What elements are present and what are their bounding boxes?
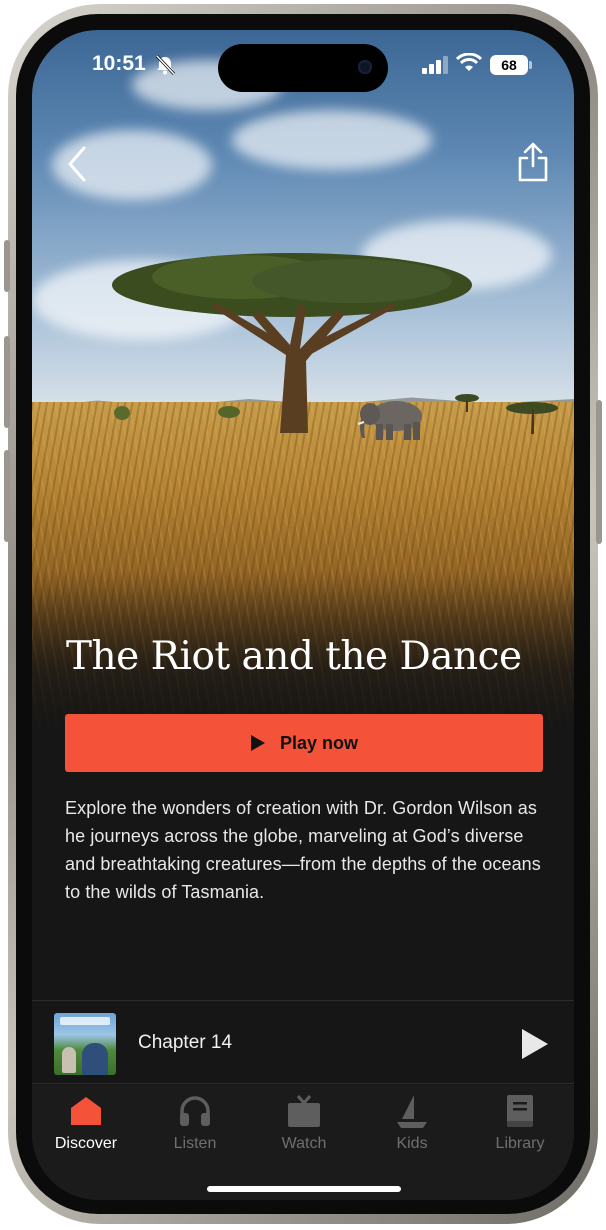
wifi-icon: [456, 53, 482, 71]
back-button[interactable]: [62, 144, 92, 184]
tab-watch[interactable]: Watch: [254, 1091, 354, 1153]
camera-icon: [358, 60, 372, 74]
now-playing-title: Chapter 14: [138, 1032, 233, 1053]
book-icon: [470, 1091, 570, 1131]
share-button[interactable]: [516, 140, 550, 184]
page-title: The Riot and the Dance: [66, 634, 522, 679]
distant-tree: [455, 394, 479, 412]
episode-artwork: [54, 1013, 116, 1075]
mini-player[interactable]: Chapter 14: [32, 1000, 574, 1084]
play-icon: [250, 735, 265, 751]
play-now-label: Play now: [279, 732, 359, 753]
battery-level: 68: [490, 55, 528, 75]
elephant: [357, 401, 422, 440]
tab-label: Listen: [173, 1135, 217, 1152]
tv-icon: [254, 1091, 354, 1131]
mini-player-play-button[interactable]: [520, 1027, 550, 1061]
status-time: 10:51: [92, 52, 146, 75]
sailboat-icon: [362, 1091, 462, 1131]
tab-library[interactable]: Library: [470, 1091, 570, 1153]
house-icon: [36, 1091, 136, 1131]
chevron-left-icon: [68, 146, 86, 182]
tab-kids[interactable]: Kids: [362, 1091, 462, 1153]
bush: [114, 406, 130, 420]
description-text: Explore the wonders of creation with Dr.…: [65, 798, 541, 902]
app-screen: 10:51 68 The Riot and the Dance Play now…: [32, 30, 574, 1200]
cloud: [232, 110, 432, 170]
cellular-signal-icon: [422, 56, 448, 74]
hero-image: [32, 30, 574, 730]
tab-label: Kids: [396, 1135, 428, 1152]
battery-tip: [529, 61, 532, 69]
tab-label: Watch: [281, 1135, 327, 1152]
distant-tree: [506, 402, 558, 434]
play-icon: [522, 1029, 548, 1059]
volume-down-button: [4, 450, 10, 542]
tab-discover[interactable]: Discover: [36, 1091, 136, 1153]
tab-label: Discover: [54, 1135, 118, 1152]
dynamic-island: [218, 44, 388, 92]
volume-up-button: [4, 336, 10, 428]
bush: [218, 406, 240, 418]
headphones-icon: [145, 1091, 245, 1131]
home-indicator[interactable]: [207, 1186, 401, 1192]
tab-bar: Discover Listen Watch Kids Library: [32, 1085, 574, 1200]
play-now-button[interactable]: Play now: [65, 714, 543, 772]
action-button: [4, 240, 10, 292]
share-icon: [518, 142, 548, 182]
tab-listen[interactable]: Listen: [145, 1091, 245, 1153]
bell-muted-icon: [155, 54, 176, 76]
tab-label: Library: [495, 1135, 545, 1152]
power-button: [596, 400, 602, 544]
